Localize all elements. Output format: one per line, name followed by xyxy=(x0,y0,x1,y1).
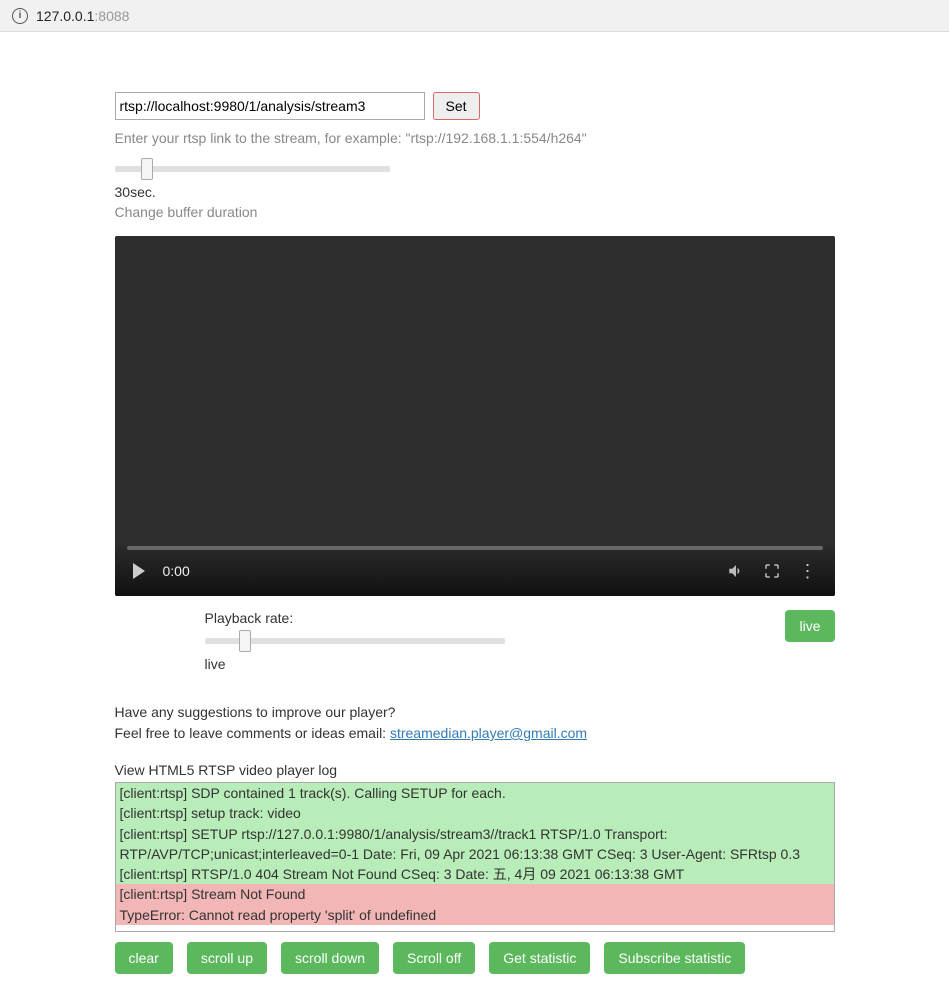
address-host: 127.0.0.1 xyxy=(36,8,94,24)
scroll-off-button[interactable]: Scroll off xyxy=(393,942,475,974)
get-statistic-button[interactable]: Get statistic xyxy=(489,942,590,974)
suggestion-prefix: Feel free to leave comments or ideas ema… xyxy=(115,725,390,741)
address-port: :8088 xyxy=(94,8,129,24)
buffer-slider-row xyxy=(115,160,835,176)
log-line: [client:rtsp] RTSP/1.0 404 Stream Not Fo… xyxy=(116,864,834,884)
rtsp-hint: Enter your rtsp link to the stream, for … xyxy=(115,130,835,146)
rtsp-url-input[interactable] xyxy=(115,92,425,120)
log-title: View HTML5 RTSP video player log xyxy=(115,762,835,778)
set-button[interactable]: Set xyxy=(433,92,480,120)
page-container: Set Enter your rtsp link to the stream, … xyxy=(115,32,835,994)
subscribe-statistic-button[interactable]: Subscribe statistic xyxy=(604,942,745,974)
playback-controls: Playback rate: live xyxy=(205,610,505,672)
live-button[interactable]: live xyxy=(785,610,834,642)
log-line-error: [client:rtsp] Stream Not Found xyxy=(116,884,834,904)
video-controls: 0:00 ⋮ xyxy=(115,546,835,596)
log-line: [client:rtsp] SDP contained 1 track(s). … xyxy=(116,783,834,803)
address-text: 127.0.0.1:8088 xyxy=(36,8,129,24)
buffer-value: 30sec. xyxy=(115,184,835,200)
log-line: [client:rtsp] setup track: video xyxy=(116,803,834,823)
scroll-down-button[interactable]: scroll down xyxy=(281,942,379,974)
browser-address-bar: i 127.0.0.1:8088 xyxy=(0,0,949,32)
suggestion-email-link[interactable]: streamedian.player@gmail.com xyxy=(390,725,587,741)
playback-row: Playback rate: live live xyxy=(115,610,835,672)
buffer-hint: Change buffer duration xyxy=(115,204,835,220)
video-player[interactable]: 0:00 ⋮ xyxy=(115,236,835,596)
volume-icon[interactable] xyxy=(727,562,745,580)
video-canvas xyxy=(115,236,835,546)
more-icon[interactable]: ⋮ xyxy=(799,562,817,580)
log-box[interactable]: [client:rtsp] SDP contained 1 track(s). … xyxy=(115,782,835,932)
suggestion-line-1: Have any suggestions to improve our play… xyxy=(115,702,835,723)
rtsp-input-row: Set xyxy=(115,92,835,120)
log-line: [client:rtsp] SETUP rtsp://127.0.0.1:998… xyxy=(116,824,834,865)
fullscreen-icon[interactable] xyxy=(763,562,781,580)
log-line-error: TypeError: Cannot read property 'split' … xyxy=(116,905,834,925)
scroll-up-button[interactable]: scroll up xyxy=(187,942,267,974)
playback-label: Playback rate: xyxy=(205,610,505,626)
playback-slider[interactable] xyxy=(205,638,505,644)
info-icon: i xyxy=(12,8,28,24)
buffer-slider[interactable] xyxy=(115,166,390,172)
play-icon[interactable] xyxy=(133,563,145,579)
log-button-row: clear scroll up scroll down Scroll off G… xyxy=(115,942,835,974)
suggestion-block: Have any suggestions to improve our play… xyxy=(115,702,835,744)
clear-button[interactable]: clear xyxy=(115,942,173,974)
playback-value: live xyxy=(205,656,505,672)
suggestion-line-2: Feel free to leave comments or ideas ema… xyxy=(115,723,835,744)
video-time: 0:00 xyxy=(163,563,190,579)
